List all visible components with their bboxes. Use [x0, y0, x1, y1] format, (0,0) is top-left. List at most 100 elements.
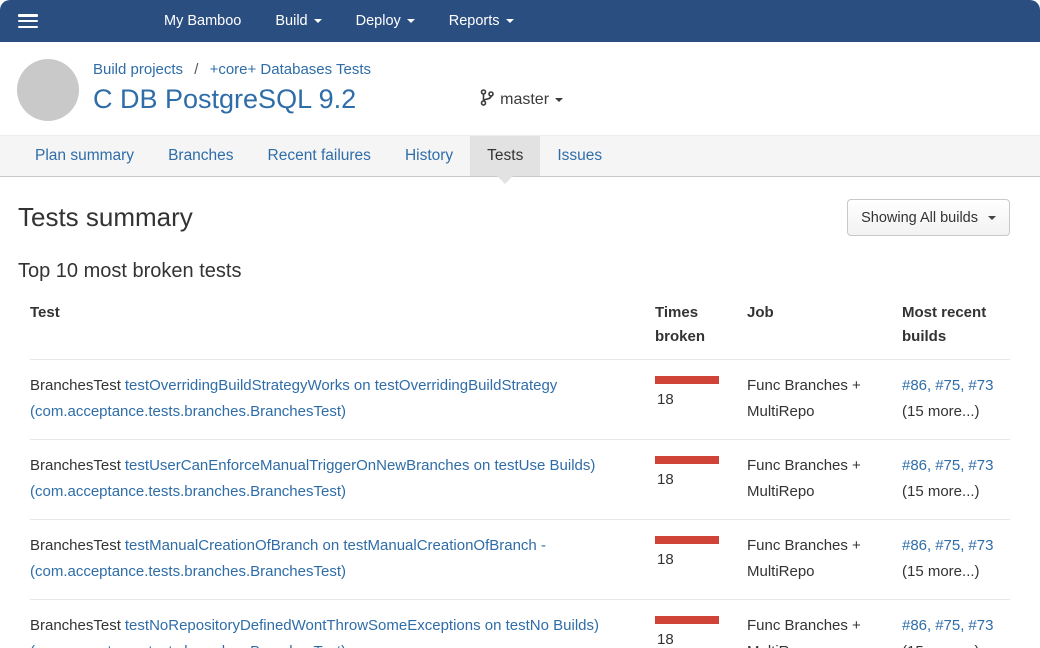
job-name: Func Branches + MultiRepo: [747, 613, 902, 648]
broken-bar: [655, 376, 719, 384]
breadcrumb-build-projects[interactable]: Build projects: [93, 61, 183, 78]
summary-header-row: Tests summary Showing All builds: [0, 177, 1040, 236]
times-broken-cell: 18: [655, 453, 747, 505]
chevron-down-icon: [407, 19, 415, 23]
showing-builds-dropdown[interactable]: Showing All builds: [847, 199, 1010, 236]
nav-my-bamboo[interactable]: My Bamboo: [164, 13, 241, 29]
times-broken-cell: 18: [655, 613, 747, 648]
nav-deploy-menu[interactable]: Deploy: [356, 13, 415, 29]
breadcrumb-separator: /: [194, 61, 198, 78]
recent-builds-cell: #86,#75,#73 (15 more...): [902, 453, 1011, 505]
more-builds: (15 more...): [902, 399, 993, 425]
tests-summary-title: Tests summary: [18, 202, 193, 233]
build-link[interactable]: #86: [902, 457, 927, 474]
separator: ,: [927, 617, 931, 634]
more-builds: (15 more...): [902, 639, 993, 648]
plan-header: Build projects / +core+ Databases Tests …: [0, 42, 1040, 135]
job-name: Func Branches + MultiRepo: [747, 373, 902, 425]
column-header-most-recent-builds: Most recent builds: [902, 301, 1010, 349]
separator: ,: [927, 377, 931, 394]
build-link[interactable]: #86: [902, 537, 927, 554]
nav-build-menu[interactable]: Build: [275, 13, 321, 29]
breadcrumb: Build projects / +core+ Databases Tests: [93, 61, 563, 78]
job-name: Func Branches + MultiRepo: [747, 453, 902, 505]
builds-links: #86,#75,#73: [902, 617, 993, 634]
build-link[interactable]: #73: [968, 377, 993, 394]
plan-tabbar: Plan summary Branches Recent failures Hi…: [0, 135, 1040, 177]
broken-bar: [655, 536, 719, 544]
test-class-name: BranchesTest: [30, 377, 121, 394]
column-header-job: Job: [747, 301, 902, 349]
recent-builds-cell: #86,#75,#73 (15 more...): [902, 373, 1011, 425]
plan-title-row: C DB PostgreSQL 9.2 master: [93, 84, 563, 115]
build-link[interactable]: #75: [935, 377, 960, 394]
showing-builds-label: Showing All builds: [861, 210, 978, 226]
times-broken-cell: 18: [655, 373, 747, 425]
nav-my-bamboo-label: My Bamboo: [164, 13, 241, 29]
build-link[interactable]: #75: [935, 457, 960, 474]
bamboo-page: My Bamboo Build Deploy Reports Build pro…: [0, 0, 1040, 648]
build-link[interactable]: #86: [902, 377, 927, 394]
top-navbar: My Bamboo Build Deploy Reports: [0, 0, 1040, 42]
times-broken-count: 18: [655, 631, 729, 648]
tab-history[interactable]: History: [388, 136, 470, 176]
nav-reports-label: Reports: [449, 13, 500, 29]
nav-reports-menu[interactable]: Reports: [449, 13, 514, 29]
plan-avatar: [17, 59, 79, 121]
builds-links: #86,#75,#73: [902, 537, 993, 554]
broken-tests-section-title: Top 10 most broken tests: [0, 236, 1040, 289]
test-cell: BranchesTesttestNoRepositoryDefinedWontT…: [30, 613, 655, 648]
branch-icon: [480, 89, 494, 111]
tests-summary-content: Tests summary Showing All builds Top 10 …: [0, 177, 1040, 648]
times-broken-count: 18: [655, 551, 729, 568]
test-class-name: BranchesTest: [30, 617, 121, 634]
separator: ,: [960, 377, 964, 394]
table-row: BranchesTesttestManualCreationOfBranch o…: [30, 519, 1010, 599]
build-link[interactable]: #73: [968, 617, 993, 634]
build-link[interactable]: #75: [935, 537, 960, 554]
recent-builds-cell: #86,#75,#73 (15 more...): [902, 533, 1011, 585]
times-broken-cell: 18: [655, 533, 747, 585]
branch-selector[interactable]: master: [480, 89, 563, 111]
build-link[interactable]: #86: [902, 617, 927, 634]
job-name: Func Branches + MultiRepo: [747, 533, 902, 585]
table-row: BranchesTesttestOverridingBuildStrategyW…: [30, 359, 1010, 439]
separator: ,: [927, 537, 931, 554]
test-class-name: BranchesTest: [30, 457, 121, 474]
tab-recent-failures[interactable]: Recent failures: [251, 136, 388, 176]
build-link[interactable]: #75: [935, 617, 960, 634]
tab-issues[interactable]: Issues: [540, 136, 619, 176]
tab-plan-summary[interactable]: Plan summary: [18, 136, 151, 176]
page-title: C DB PostgreSQL 9.2: [93, 84, 356, 115]
table-row: BranchesTesttestNoRepositoryDefinedWontT…: [30, 599, 1010, 648]
times-broken-count: 18: [655, 471, 729, 488]
nav-build-label: Build: [275, 13, 307, 29]
chevron-down-icon: [506, 19, 514, 23]
test-cell: BranchesTesttestManualCreationOfBranch o…: [30, 533, 655, 585]
build-link[interactable]: #73: [968, 457, 993, 474]
builds-links: #86,#75,#73: [902, 457, 993, 474]
tab-tests[interactable]: Tests: [470, 136, 540, 176]
branch-name: master: [500, 91, 549, 109]
chevron-down-icon: [988, 216, 996, 220]
separator: ,: [960, 617, 964, 634]
test-cell: BranchesTesttestOverridingBuildStrategyW…: [30, 373, 655, 425]
tab-branches[interactable]: Branches: [151, 136, 250, 176]
separator: ,: [960, 537, 964, 554]
separator: ,: [960, 457, 964, 474]
build-link[interactable]: #73: [968, 537, 993, 554]
chevron-down-icon: [314, 19, 322, 23]
broken-bar: [655, 616, 719, 624]
times-broken-count: 18: [655, 391, 729, 408]
column-header-times-broken: Times broken: [655, 301, 747, 349]
broken-bar: [655, 456, 719, 464]
chevron-down-icon: [555, 98, 563, 102]
breadcrumb-project[interactable]: +core+ Databases Tests: [210, 61, 371, 78]
test-cell: BranchesTesttestUserCanEnforceManualTrig…: [30, 453, 655, 505]
nav-deploy-label: Deploy: [356, 13, 401, 29]
table-header-row: Test Times broken Job Most recent builds: [30, 289, 1010, 359]
hamburger-menu-icon[interactable]: [18, 14, 38, 28]
more-builds: (15 more...): [902, 559, 993, 585]
more-builds: (15 more...): [902, 479, 993, 505]
nav-items: My Bamboo Build Deploy Reports: [164, 13, 514, 29]
